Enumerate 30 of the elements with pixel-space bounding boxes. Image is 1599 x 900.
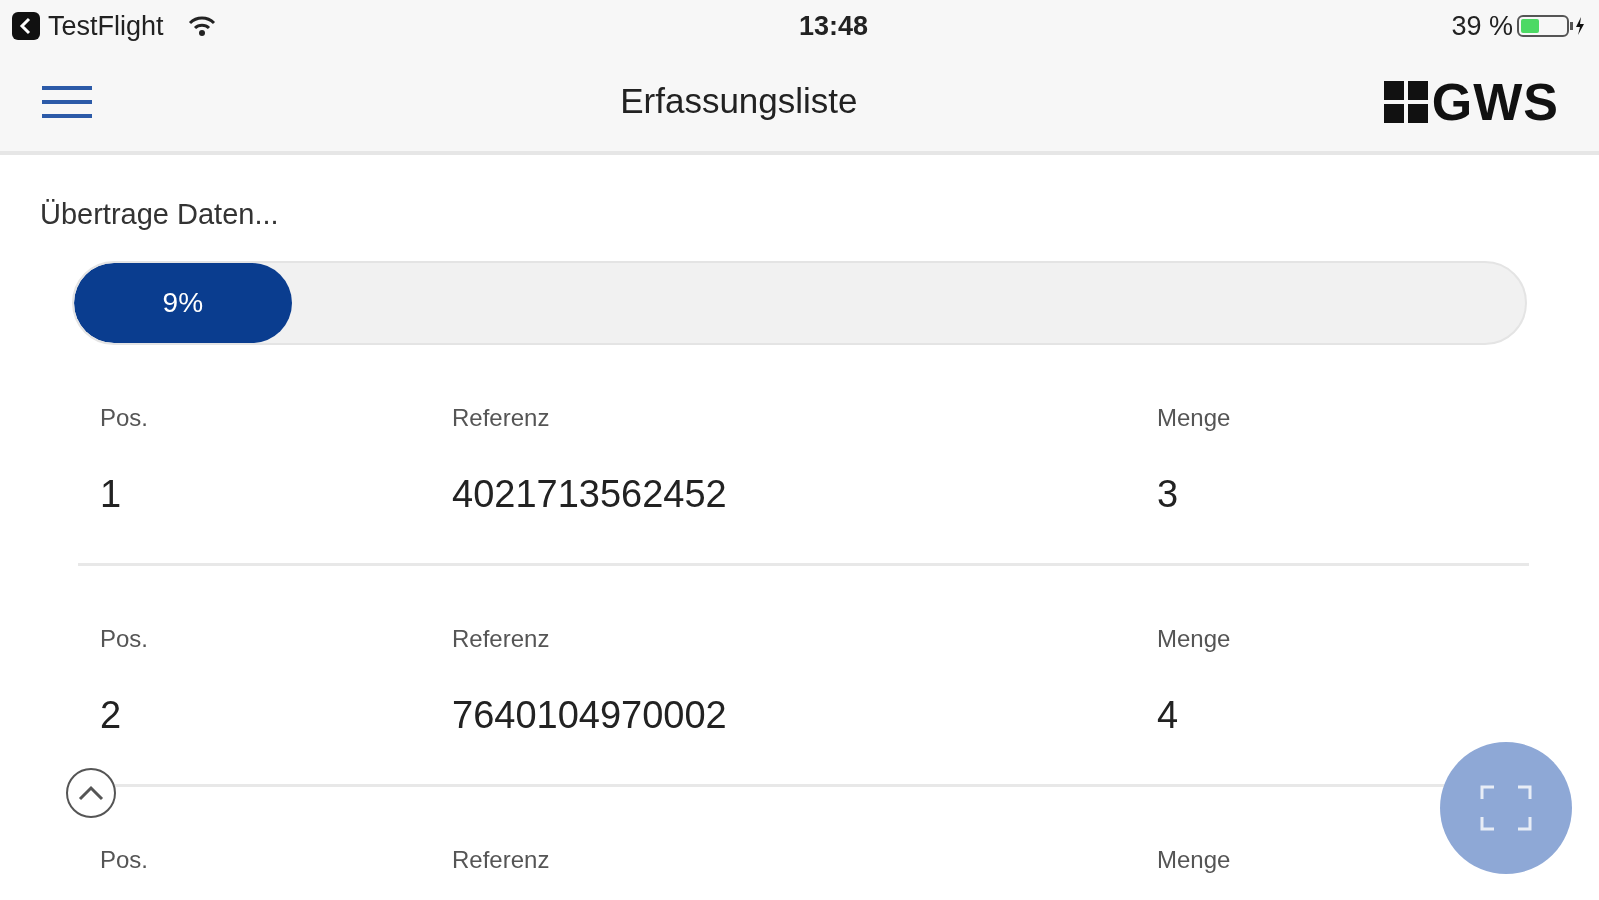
- battery-icon: [1517, 13, 1587, 39]
- field-label: Menge: [1157, 623, 1231, 654]
- back-icon: [12, 12, 40, 40]
- chevron-up-icon: [78, 785, 104, 801]
- field-value: 4021713562452: [452, 471, 728, 517]
- back-link[interactable]: TestFlight: [12, 5, 164, 47]
- logo-text: GWS: [1431, 75, 1559, 128]
- field-label: Referenz: [452, 402, 551, 433]
- field-label: Referenz: [452, 623, 551, 654]
- wifi-icon: [187, 15, 216, 37]
- field-label: Pos.: [100, 623, 150, 654]
- battery-percent: 39 %: [1451, 9, 1513, 43]
- progress-fill: 9%: [74, 262, 292, 343]
- progress-label: Übertrage Daten...: [40, 197, 280, 232]
- field-value: 4: [1157, 692, 1180, 738]
- field-label: Pos.: [100, 402, 150, 433]
- field-label: Pos.: [100, 844, 150, 875]
- field-label: Menge: [1157, 402, 1231, 433]
- field-value: 1: [100, 471, 123, 517]
- field-value: 2: [100, 692, 123, 738]
- scroll-up-button[interactable]: [66, 768, 116, 818]
- field-label: Referenz: [452, 844, 551, 875]
- menu-icon[interactable]: [40, 84, 94, 119]
- scan-frame-icon: [1480, 785, 1532, 831]
- field-value: 7640104970002: [452, 692, 728, 738]
- page-title: Erfassungsliste: [620, 80, 858, 123]
- field-label: Menge: [1157, 844, 1231, 875]
- status-time: 13:48: [798, 9, 869, 43]
- field-value: 3: [1157, 471, 1180, 517]
- logo-icon: [1383, 80, 1428, 123]
